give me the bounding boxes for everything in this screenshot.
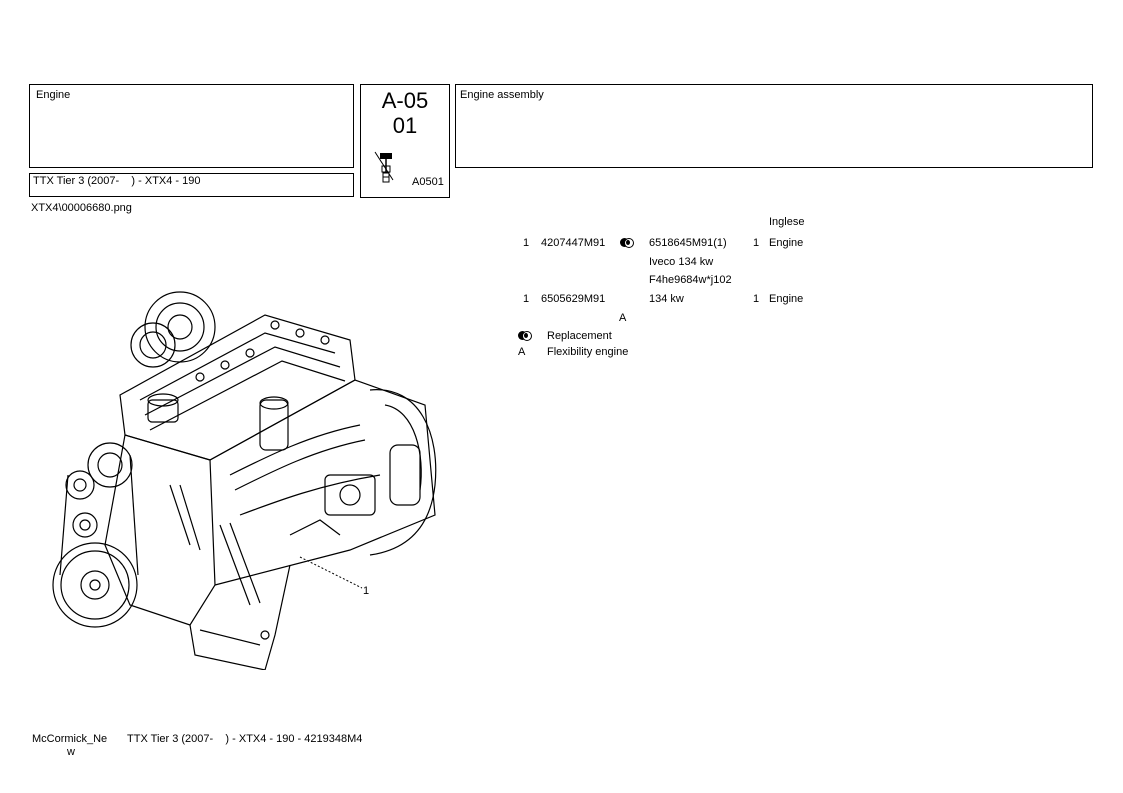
- callout-label: 1: [363, 585, 370, 597]
- section-icon: [374, 151, 394, 183]
- language-header: Inglese: [769, 216, 805, 228]
- section-code-bottom: 01: [392, 113, 418, 138]
- row-quantity: 1: [753, 293, 760, 305]
- section-code-top: A-05: [381, 88, 429, 113]
- group-title: Engine: [36, 89, 71, 101]
- row-note: F4he9684w*j102: [649, 274, 732, 286]
- row-position: 1: [523, 293, 530, 305]
- row-position: 1: [523, 237, 530, 249]
- legend-label: Flexibility engine: [547, 346, 629, 358]
- row-replacement: 134 kw: [649, 293, 684, 305]
- row-description: Engine: [769, 293, 804, 305]
- row-flag: A: [619, 312, 627, 324]
- assembly-description: Engine assembly: [460, 89, 544, 101]
- model-line: TTX Tier 3 (2007- ) - XTX4 - 190: [33, 175, 201, 187]
- section-ref-code: A0501: [412, 176, 444, 188]
- legend-symbol: A: [518, 346, 526, 358]
- replacement-icon: [518, 331, 532, 341]
- description-box: [455, 84, 1093, 168]
- legend-label: Replacement: [547, 330, 612, 342]
- row-description: Engine: [769, 237, 804, 249]
- row-part-number: 4207447M91: [541, 237, 606, 249]
- engine-illustration: [52, 291, 437, 670]
- group-title-box: [29, 84, 354, 168]
- footer-model-line: TTX Tier 3 (2007- ) - XTX4 - 190 - 42193…: [127, 733, 363, 745]
- image-filename: XTX4\00006680.png: [31, 202, 132, 214]
- row-part-number: 6505629M91: [541, 293, 606, 305]
- footer-brand: McCormick_Ne: [32, 733, 108, 745]
- footer-brand-continued: w: [67, 746, 75, 758]
- row-quantity: 1: [753, 237, 760, 249]
- row-replacement: 6518645M91(1): [649, 237, 727, 249]
- replacement-icon: [620, 238, 634, 248]
- row-note: Iveco 134 kw: [649, 256, 714, 268]
